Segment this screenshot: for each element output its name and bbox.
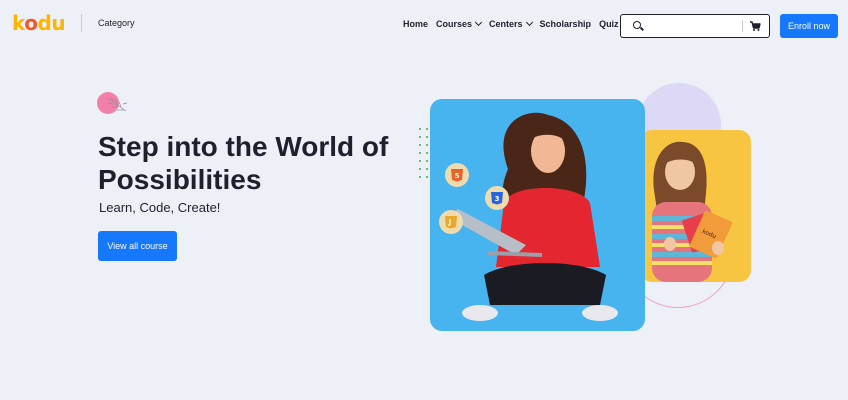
menu-item-courses[interactable]: Courses (436, 18, 483, 29)
search-input[interactable] (647, 18, 757, 34)
menu-item-home[interactable]: Home (403, 19, 428, 29)
css3-icon: 3 (491, 192, 503, 205)
hero-subtitle: Learn, Code, Create! (99, 200, 221, 215)
girl-with-books-illustration: kodu (652, 141, 733, 282)
enroll-now-button[interactable]: Enroll now (780, 14, 838, 38)
css3-number: 3 (495, 195, 500, 203)
menu-item-centers[interactable]: Centers (489, 18, 533, 29)
menu-item-scholarship[interactable]: Scholarship (540, 19, 592, 29)
search-divider (742, 20, 743, 32)
category-link[interactable]: Category (98, 18, 135, 28)
logo-letter-o: o (24, 11, 38, 35)
hero-title: Step into the World of Possibilities (98, 131, 389, 195)
css3-badge: 3 (485, 186, 509, 210)
student-with-laptop-illustration (448, 112, 618, 321)
javascript-icon (445, 216, 457, 229)
kodu-logo[interactable]: kodu (12, 11, 66, 35)
top-navbar: kodu Category Home Courses Centers Schol… (0, 0, 848, 50)
hero-image-girl-with-books: kodu (640, 130, 751, 282)
html5-number: 5 (455, 172, 460, 180)
cart-icon[interactable] (749, 20, 761, 32)
html5-badge: 5 (445, 163, 469, 187)
menu-label: Home (403, 19, 429, 29)
decorative-leaf-lines-icon (106, 96, 128, 112)
main-menu: Home Courses Centers Scholarship Quiz (403, 18, 636, 29)
menu-label: Courses (436, 19, 473, 29)
view-all-course-button[interactable]: View all course (98, 231, 177, 261)
chevron-down-icon (474, 18, 483, 27)
menu-label: Quiz (599, 19, 619, 29)
nav-divider (81, 14, 82, 32)
chevron-down-icon (525, 18, 533, 27)
hero-image-student-with-laptop: 5 3 (430, 99, 645, 331)
menu-label: Scholarship (539, 19, 592, 29)
menu-label: Centers (489, 19, 523, 29)
javascript-badge (439, 210, 463, 234)
decorative-dots-pattern (419, 128, 428, 178)
html5-icon: 5 (451, 169, 463, 182)
search-box (620, 14, 770, 38)
search-icon[interactable] (633, 21, 641, 29)
logo-letters-du: du (37, 11, 66, 35)
logo-letter-k: k (12, 11, 25, 35)
